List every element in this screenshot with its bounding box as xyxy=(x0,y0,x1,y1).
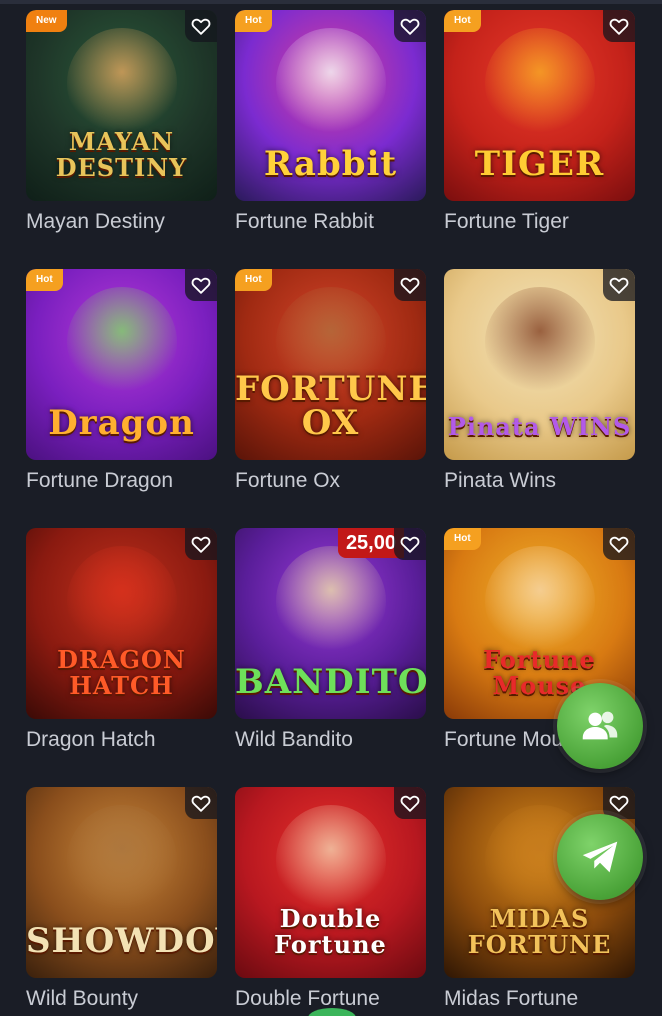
game-character xyxy=(484,546,595,656)
game-card[interactable]: MAYAN DESTINY New Mayan Destiny xyxy=(26,10,217,269)
game-card[interactable]: Dragon Hot Fortune Dragon xyxy=(26,269,217,528)
game-character xyxy=(275,805,386,915)
game-character xyxy=(484,287,595,397)
favorite-button[interactable] xyxy=(603,269,635,301)
game-card[interactable]: TIGER Hot Fortune Tiger xyxy=(444,10,635,269)
game-title[interactable]: Wild Bounty xyxy=(26,987,138,1011)
game-thumbnail[interactable]: DRAGON HATCH xyxy=(26,528,217,719)
game-card[interactable]: FORTUNE OX Hot Fortune Ox xyxy=(235,269,426,528)
heart-icon xyxy=(609,18,629,35)
heart-icon xyxy=(191,536,211,553)
game-card[interactable]: SHOWDOWN Wild Bounty xyxy=(26,787,217,1016)
heart-icon xyxy=(191,277,211,294)
favorite-button[interactable] xyxy=(185,10,217,42)
game-character xyxy=(66,28,177,138)
game-thumbnail[interactable]: FORTUNE OX Hot xyxy=(235,269,426,460)
heart-icon xyxy=(191,18,211,35)
game-title[interactable]: Double Fortune xyxy=(235,987,380,1011)
game-card[interactable]: BANDITO 25,00 Wild Bandito xyxy=(235,528,426,787)
game-logo: MIDAS FORTUNE xyxy=(467,904,612,959)
favorite-button[interactable] xyxy=(394,10,426,42)
game-thumbnail[interactable]: Rabbit Hot xyxy=(235,10,426,201)
status-badge: Hot xyxy=(444,528,481,550)
favorite-button[interactable] xyxy=(394,269,426,301)
game-thumbnail[interactable]: BANDITO 25,00 xyxy=(235,528,426,719)
game-thumbnail[interactable]: TIGER Hot xyxy=(444,10,635,201)
heart-icon xyxy=(609,277,629,294)
favorite-button[interactable] xyxy=(394,528,426,560)
game-title[interactable]: Fortune Dragon xyxy=(26,469,173,493)
game-logo: BANDITO xyxy=(235,662,426,702)
heart-icon xyxy=(400,18,420,35)
game-logo: MAYAN DESTINY xyxy=(55,127,188,182)
status-badge: Hot xyxy=(26,269,63,291)
game-thumbnail[interactable]: Pinata WINS xyxy=(444,269,635,460)
game-logo: Pinata WINS xyxy=(447,412,632,441)
paper-plane-icon xyxy=(582,841,618,873)
game-logo: FORTUNE OX xyxy=(235,369,426,443)
heart-icon xyxy=(400,795,420,812)
game-thumbnail[interactable]: MAYAN DESTINY New xyxy=(26,10,217,201)
game-character xyxy=(66,287,177,397)
game-character xyxy=(275,28,386,138)
game-thumbnail[interactable]: SHOWDOWN xyxy=(26,787,217,978)
favorite-button[interactable] xyxy=(185,787,217,819)
game-character xyxy=(66,546,177,656)
heart-icon xyxy=(609,795,629,812)
heart-icon xyxy=(191,795,211,812)
game-title[interactable]: Wild Bandito xyxy=(235,728,353,752)
game-title[interactable]: Fortune Rabbit xyxy=(235,210,374,234)
game-title[interactable]: Pinata Wins xyxy=(444,469,556,493)
game-card[interactable]: DRAGON HATCH Dragon Hatch xyxy=(26,528,217,787)
top-divider xyxy=(0,0,662,4)
favorite-button[interactable] xyxy=(394,787,426,819)
favorite-button[interactable] xyxy=(185,528,217,560)
game-logo: TIGER xyxy=(474,144,605,184)
game-logo: Double Fortune xyxy=(274,904,387,959)
game-grid: MAYAN DESTINY New Mayan Destiny Rabbit H… xyxy=(26,10,635,1016)
game-thumbnail[interactable]: Double Fortune xyxy=(235,787,426,978)
favorite-button[interactable] xyxy=(185,269,217,301)
game-logo: Dragon xyxy=(48,403,195,443)
game-logo: SHOWDOWN xyxy=(26,921,217,961)
game-character xyxy=(66,805,177,915)
game-thumbnail[interactable]: Dragon Hot xyxy=(26,269,217,460)
game-logo: DRAGON HATCH xyxy=(57,645,186,700)
status-badge: Hot xyxy=(235,10,272,32)
game-title[interactable]: Midas Fortune xyxy=(444,987,578,1011)
game-title[interactable]: Fortune Tiger xyxy=(444,210,569,234)
telegram-button[interactable] xyxy=(557,814,643,900)
game-card[interactable]: Double Fortune Double Fortune xyxy=(235,787,426,1016)
game-character xyxy=(484,28,595,138)
game-title[interactable]: Dragon Hatch xyxy=(26,728,156,752)
game-character xyxy=(275,546,386,656)
status-badge: New xyxy=(26,10,67,32)
game-card[interactable]: Rabbit Hot Fortune Rabbit xyxy=(235,10,426,269)
community-button[interactable] xyxy=(557,683,643,769)
status-badge: Hot xyxy=(235,269,272,291)
favorite-button[interactable] xyxy=(603,10,635,42)
heart-icon xyxy=(400,277,420,294)
game-card[interactable]: Pinata WINS Pinata Wins xyxy=(444,269,635,528)
heart-icon xyxy=(609,536,629,553)
status-badge: Hot xyxy=(444,10,481,32)
users-icon xyxy=(582,711,618,740)
game-logo: Rabbit xyxy=(263,144,398,184)
favorite-button[interactable] xyxy=(603,528,635,560)
game-title[interactable]: Mayan Destiny xyxy=(26,210,165,234)
heart-icon xyxy=(400,536,420,553)
game-title[interactable]: Fortune Ox xyxy=(235,469,340,493)
